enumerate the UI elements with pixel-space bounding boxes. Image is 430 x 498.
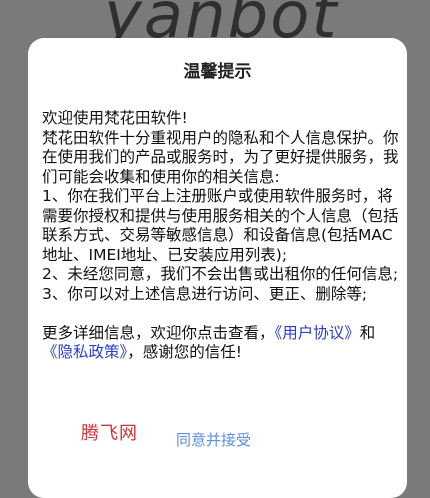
watermark-logo: 腾飞网 bbox=[81, 423, 138, 444]
privacy-item-1: 1、你在我们平台上注册账户或使用软件服务时，将需要你授权和提供与使用服务相关的个… bbox=[42, 187, 399, 264]
privacy-policy-link[interactable]: 《隐私政策》 bbox=[42, 343, 127, 361]
more-info-conjunction: 和 bbox=[359, 323, 376, 342]
privacy-intro-text: 梵花田软件十分重视用户的隐私和个人信息保护。你在使用我们的产品或服务时，为了更好… bbox=[42, 128, 399, 186]
user-agreement-link[interactable]: 《用户协议》 bbox=[275, 324, 360, 342]
dialog-content: 欢迎使用梵花田软件! 梵花田软件十分重视用户的隐私和个人信息保护。你在使用我们的… bbox=[42, 109, 400, 363]
privacy-item-3: 3、你可以对上述信息进行访问、更正、删除等; bbox=[42, 284, 368, 303]
privacy-dialog: 温馨提示 欢迎使用梵花田软件! 梵花田软件十分重视用户的隐私和个人信息保护。你在… bbox=[28, 38, 407, 498]
more-info-text: 更多详细信息，欢迎你点击查看，《用户协议》和《隐私政策》，感谢您的信任! bbox=[42, 324, 400, 363]
welcome-text: 欢迎使用梵花田软件! bbox=[42, 109, 188, 127]
agree-button[interactable]: 同意并接受 bbox=[176, 429, 251, 450]
privacy-item-2: 2、未经您同意，我们不会出售或出租你的任何信息; bbox=[42, 265, 399, 283]
more-info-suffix: ，感谢您的信任! bbox=[127, 343, 242, 361]
dialog-title: 温馨提示 bbox=[183, 62, 252, 82]
more-info-prefix: 更多详细信息，欢迎你点击查看， bbox=[42, 323, 275, 342]
